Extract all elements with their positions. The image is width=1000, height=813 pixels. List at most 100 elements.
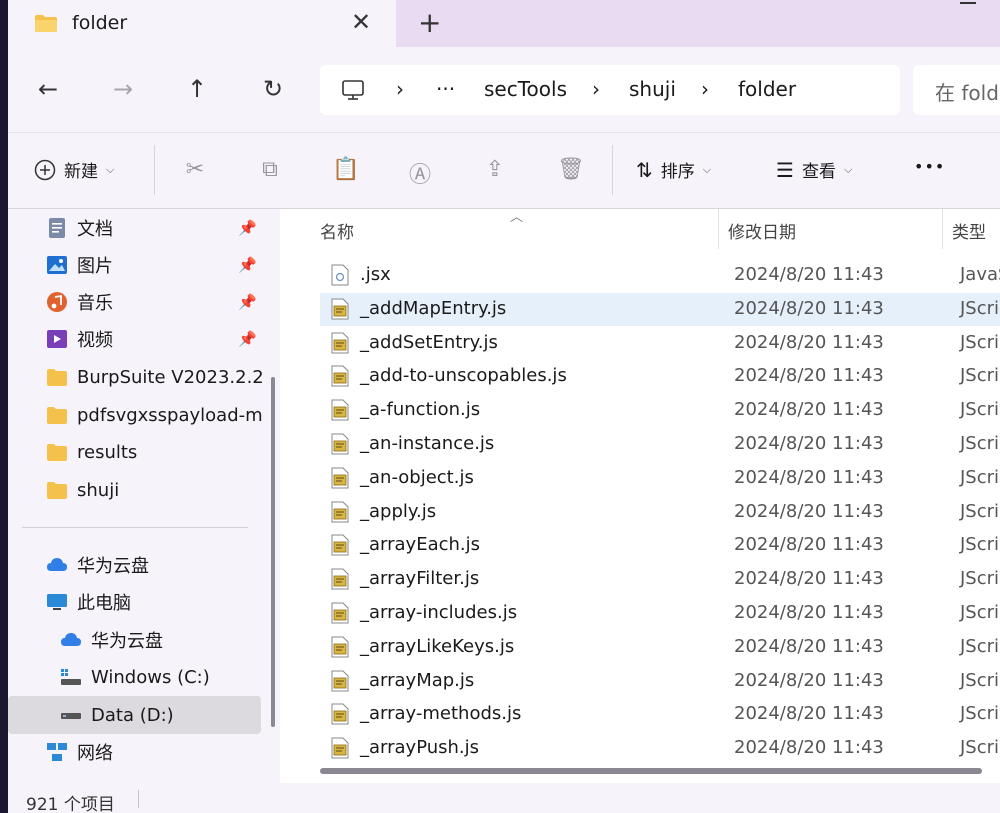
divider — [612, 145, 613, 195]
refresh-button[interactable]: ↻ — [258, 75, 288, 103]
network-icon — [47, 743, 67, 761]
column-header-date[interactable]: 修改日期 — [728, 209, 796, 249]
breadcrumb-more[interactable]: ··· — [436, 77, 455, 101]
file-type: JScrip — [960, 568, 1000, 590]
file-row[interactable]: _arrayLikeKeys.js 2024/8/20 11:43 JScrip — [320, 631, 1000, 664]
sidebar-item-folder[interactable]: pdfsvgxsspayload-m — [46, 398, 268, 432]
sidebar-item-music[interactable]: 音乐 — [46, 285, 268, 319]
share-icon[interactable]: ⇪ — [482, 157, 508, 183]
new-button[interactable]: 新建 ⌵ — [34, 157, 114, 182]
sidebar-item-this-pc[interactable]: 此电脑 — [46, 585, 268, 619]
file-row[interactable]: .jsx 2024/8/20 11:43 JavaS — [320, 259, 1000, 292]
horizontal-scrollbar[interactable] — [320, 768, 982, 774]
js-file-icon — [331, 365, 349, 387]
chevron-right-icon[interactable]: › — [396, 77, 404, 101]
breadcrumb-folder[interactable]: folder — [738, 77, 796, 101]
file-explorer-window: folder ✕ + ← → ↑ ↻ › ··· secTools › shuj… — [8, 0, 1000, 813]
sidebar-item-folder[interactable]: shuji — [46, 473, 268, 507]
copy-icon[interactable]: ⧉ — [257, 157, 283, 183]
file-row[interactable]: _addSetEntry.js 2024/8/20 11:43 JScrip — [320, 327, 1000, 360]
navigation-pane: 文档 📌 图片 📌 音乐 📌 视频 📌 BurpSuite V2023.2.2 … — [8, 209, 280, 783]
pin-icon[interactable]: 📌 — [238, 330, 257, 348]
file-name: _a-function.js — [360, 399, 481, 421]
js-file-icon — [331, 467, 349, 489]
sort-button[interactable]: ⇅ 排序 ⌵ — [636, 157, 711, 183]
column-divider[interactable] — [942, 209, 943, 249]
cloud-icon — [61, 633, 81, 646]
folder-icon — [47, 369, 67, 386]
close-tab-icon[interactable]: ✕ — [348, 8, 374, 36]
file-type: JavaS — [960, 264, 1000, 285]
tab-folder[interactable]: folder ✕ — [8, 0, 396, 47]
breadcrumb-sectools[interactable]: secTools — [484, 77, 567, 101]
sidebar-item-folder[interactable]: results — [46, 435, 268, 469]
pin-icon[interactable]: 📌 — [238, 256, 257, 274]
file-row[interactable]: _an-instance.js 2024/8/20 11:43 JScrip — [320, 428, 1000, 461]
file-row[interactable]: _array-includes.js 2024/8/20 11:43 JScrip — [320, 597, 1000, 630]
sidebar-label: 此电脑 — [77, 593, 131, 614]
sidebar-label: 华为云盘 — [91, 631, 163, 652]
file-row[interactable]: _arrayPush.js 2024/8/20 11:43 JScrip — [320, 732, 1000, 765]
sidebar-item-pictures[interactable]: 图片 — [46, 248, 268, 282]
file-row[interactable]: _array-methods.js 2024/8/20 11:43 JScrip — [320, 698, 1000, 731]
file-row[interactable]: _arrayEach.js 2024/8/20 11:43 JScrip — [320, 529, 1000, 562]
sidebar-item-videos[interactable]: 视频 — [46, 322, 268, 356]
sort-ascending-icon: ︿ — [510, 210, 524, 225]
chevron-right-icon[interactable]: › — [701, 77, 709, 101]
file-date: 2024/8/20 11:43 — [734, 534, 884, 556]
sidebar-item-network[interactable]: 网络 — [46, 735, 268, 769]
up-button[interactable]: ↑ — [182, 75, 212, 103]
file-row[interactable]: _add-to-unscopables.js 2024/8/20 11:43 JSc… — [320, 360, 1000, 393]
divider — [154, 145, 155, 195]
view-button[interactable]: ☰ 查看 ⌵ — [776, 157, 852, 183]
sidebar-label: 音乐 — [77, 293, 113, 314]
file-date: 2024/8/20 11:43 — [734, 297, 884, 319]
more-options-button[interactable]: ••• — [914, 157, 945, 176]
delete-icon[interactable]: 🗑 — [557, 157, 585, 183]
sort-label: 排序 — [660, 162, 695, 182]
file-row[interactable]: _arrayMap.js 2024/8/20 11:43 JScrip — [320, 665, 1000, 698]
file-row[interactable]: _an-object.js 2024/8/20 11:43 JScrip — [320, 462, 1000, 495]
file-row[interactable]: _a-function.js 2024/8/20 11:43 JScrip — [320, 394, 1000, 427]
pin-icon[interactable]: 📌 — [238, 293, 257, 311]
file-date: 2024/8/20 11:43 — [734, 331, 884, 353]
sidebar-label: 网络 — [77, 743, 113, 764]
chevron-right-icon[interactable]: › — [592, 77, 600, 101]
forward-button[interactable]: → — [108, 75, 138, 103]
sidebar-item-cloud-sub[interactable]: 华为云盘 — [60, 623, 280, 657]
sidebar-scrollbar[interactable] — [271, 377, 275, 727]
document-icon — [49, 218, 65, 238]
file-date: 2024/8/20 11:43 — [734, 568, 884, 590]
sidebar-item-drive-c[interactable]: Windows (C:) — [60, 660, 280, 694]
file-name: _arrayLikeKeys.js — [360, 635, 515, 657]
search-box[interactable]: 在 folder 中搜索 — [913, 65, 1000, 115]
file-list: 名称 ︿ 修改日期 类型 .jsx 2024/8/20 11:43 JavaS _ad… — [280, 209, 1000, 783]
back-button[interactable]: ← — [33, 75, 63, 103]
sidebar-item-folder[interactable]: BurpSuite V2023.2.2 — [46, 360, 268, 394]
cloud-icon — [47, 558, 67, 571]
column-header-type[interactable]: 类型 — [952, 209, 986, 249]
minimize-icon[interactable] — [960, 2, 976, 4]
breadcrumb-shuji[interactable]: shuji — [629, 77, 676, 101]
file-row[interactable]: _addMapEntry.js 2024/8/20 11:43 JScrip — [320, 292, 1000, 326]
file-date: 2024/8/20 11:43 — [734, 602, 884, 623]
address-bar[interactable]: › ··· secTools › shuji › folder — [320, 65, 900, 115]
cut-icon[interactable]: ✂ — [182, 157, 208, 183]
chevron-down-icon: ⌵ — [106, 162, 115, 176]
js-file-icon — [331, 737, 349, 759]
jsx-file-icon — [331, 264, 349, 286]
pin-icon[interactable]: 📌 — [238, 219, 257, 237]
rename-icon[interactable]: Ⓐ — [407, 157, 433, 188]
paste-icon[interactable]: 📋 — [332, 157, 359, 183]
file-date: 2024/8/20 11:43 — [734, 264, 884, 285]
computer-icon — [47, 594, 67, 610]
sidebar-item-cloud[interactable]: 华为云盘 — [46, 548, 268, 582]
column-divider[interactable] — [718, 209, 719, 249]
sidebar-item-documents[interactable]: 文档 — [46, 211, 268, 245]
new-tab-button[interactable]: + — [418, 6, 441, 39]
drive-icon — [61, 713, 81, 719]
sidebar-item-drive-d[interactable]: Data (D:) — [60, 698, 280, 732]
file-row[interactable]: _arrayFilter.js 2024/8/20 11:43 JScrip — [320, 563, 1000, 596]
column-header-name[interactable]: 名称 — [320, 209, 354, 249]
file-row[interactable]: _apply.js 2024/8/20 11:43 JScrip — [320, 496, 1000, 529]
